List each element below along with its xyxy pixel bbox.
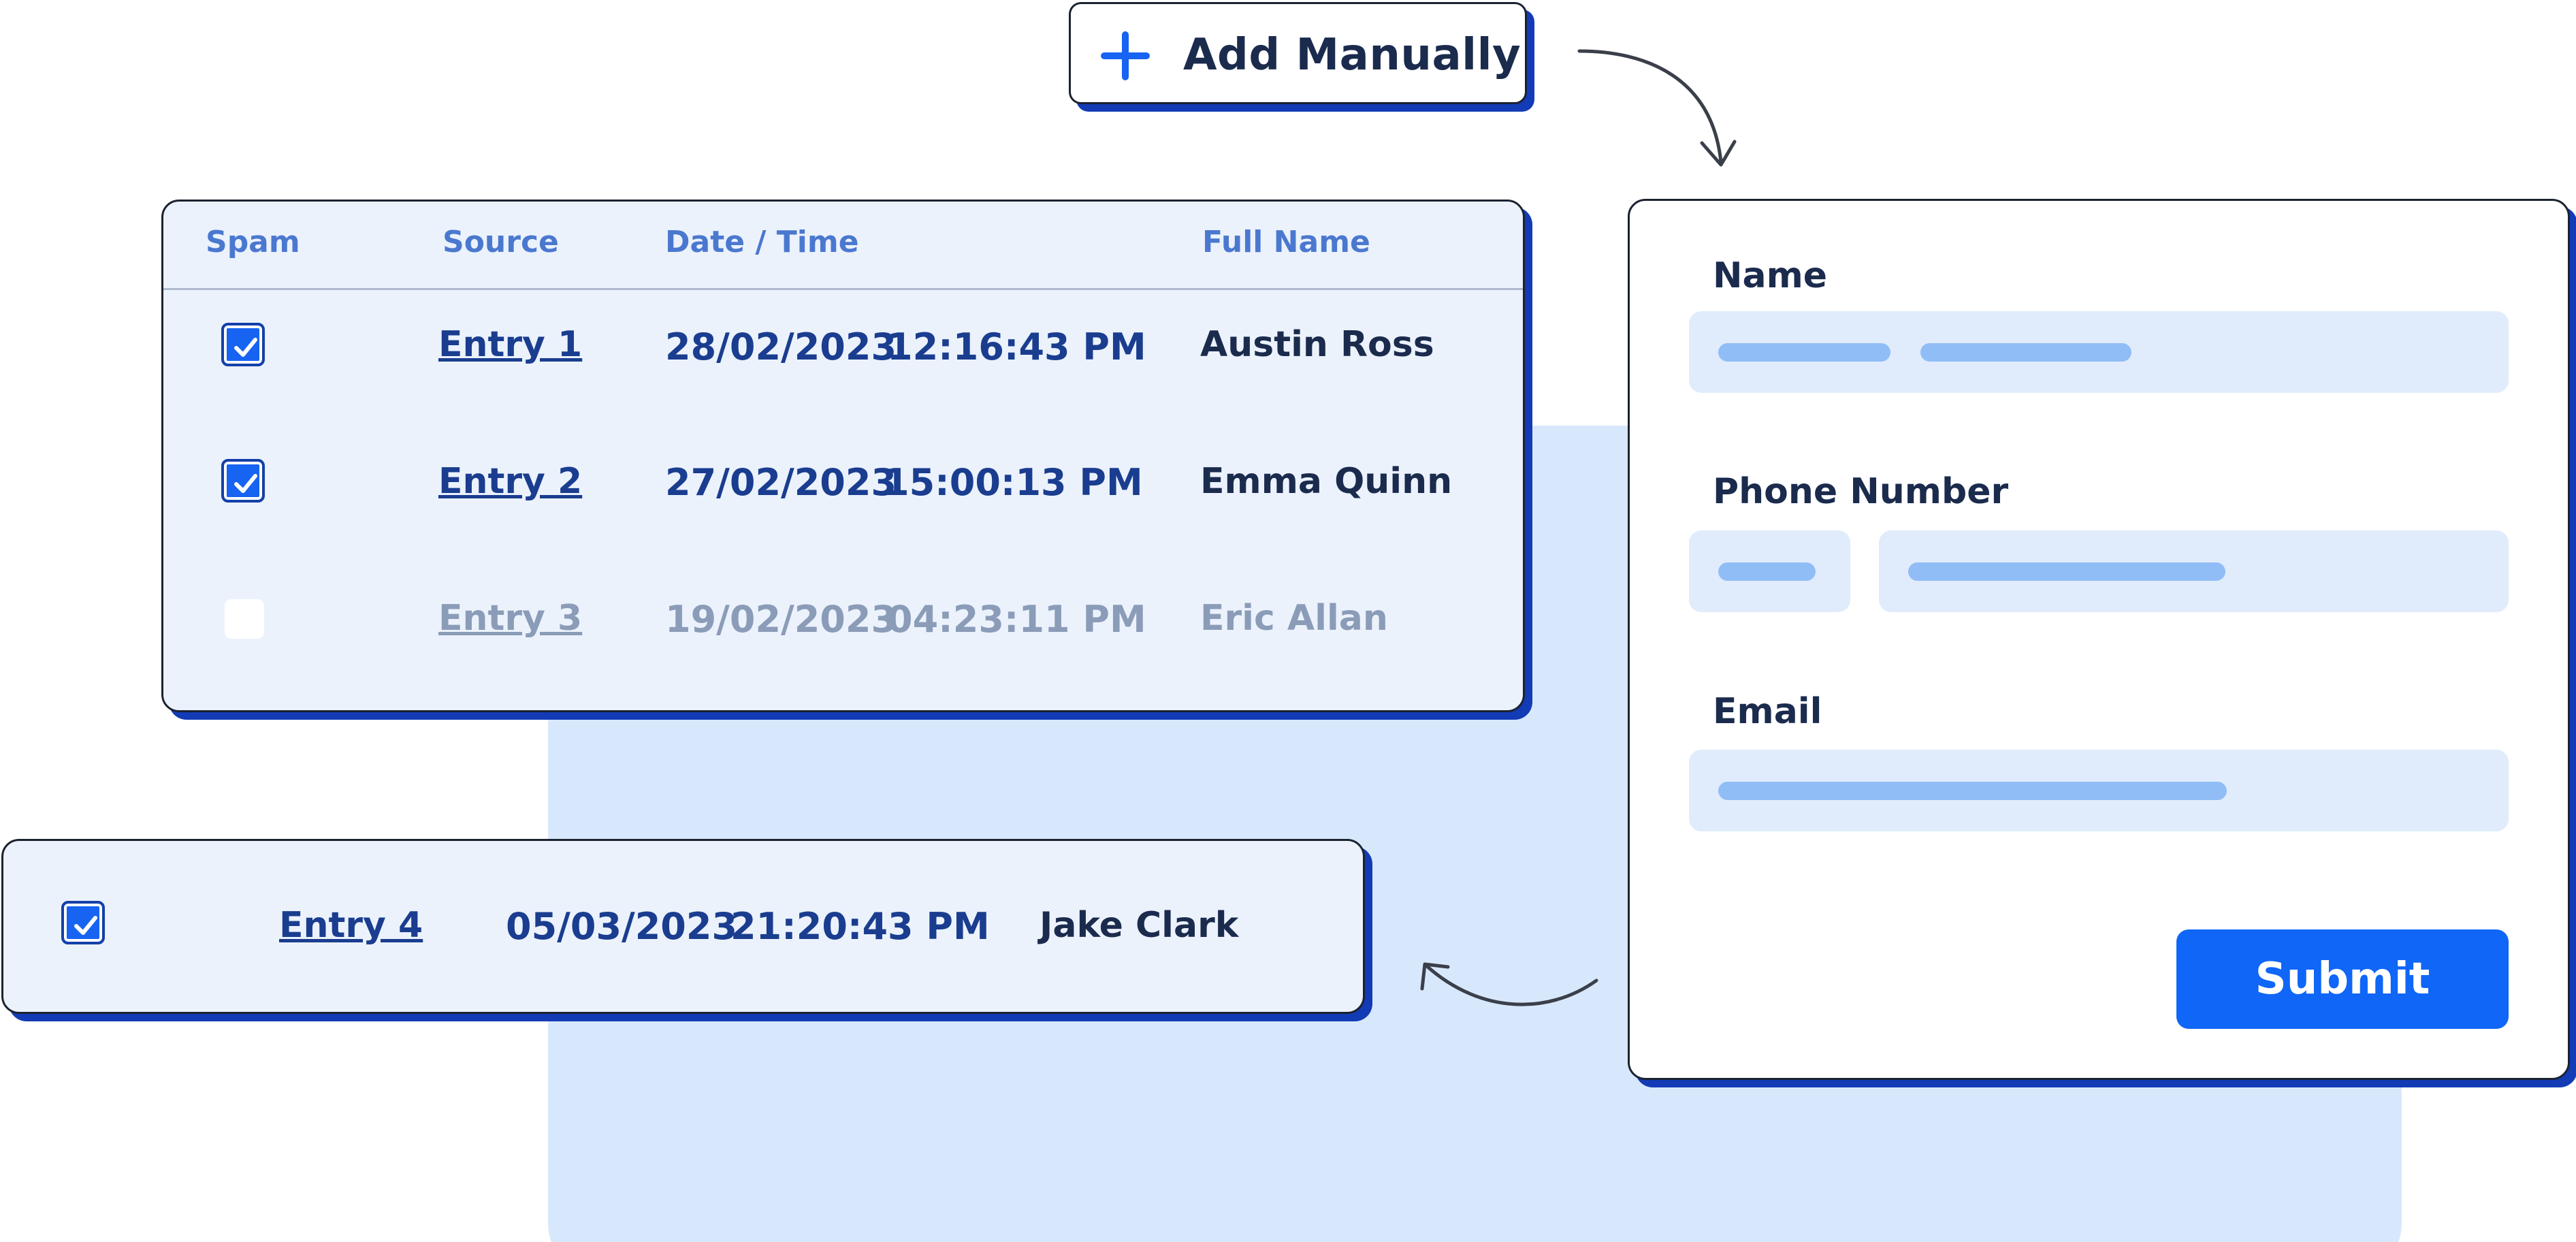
table-row[interactable]: Entry 3 19/02/2023 04:23:11 PM Eric Alla… bbox=[163, 591, 1523, 686]
spam-checkbox[interactable] bbox=[225, 599, 264, 639]
placeholder-bar bbox=[1718, 343, 1890, 362]
source-link[interactable]: Entry 2 bbox=[438, 461, 582, 502]
illustration-canvas: Add Manually Spam Source Date / Time Ful… bbox=[0, 0, 2576, 1242]
entry-time: 04:23:11 PM bbox=[887, 598, 1146, 641]
source-link[interactable]: Entry 3 bbox=[438, 598, 582, 639]
header-fullname[interactable]: Full Name bbox=[1202, 225, 1370, 259]
entry-time: 12:16:43 PM bbox=[887, 325, 1146, 368]
phone-country-code-field[interactable] bbox=[1689, 530, 1850, 612]
entry-full-name: Austin Ross bbox=[1200, 324, 1434, 365]
header-datetime[interactable]: Date / Time bbox=[665, 225, 859, 259]
spam-checkbox[interactable] bbox=[221, 459, 265, 503]
entry-time: 21:20:43 PM bbox=[730, 905, 990, 948]
email-label: Email bbox=[1713, 691, 1822, 732]
name-label: Name bbox=[1713, 255, 1828, 296]
table-row[interactable]: Entry 2 27/02/2023 15:00:13 PM Emma Quin… bbox=[163, 454, 1523, 550]
spam-checkbox[interactable] bbox=[61, 901, 105, 944]
plus-icon bbox=[1101, 31, 1150, 80]
header-source[interactable]: Source bbox=[442, 225, 559, 259]
placeholder-bar bbox=[1920, 343, 2131, 362]
add-manually-label: Add Manually bbox=[1183, 30, 1522, 80]
phone-number-field[interactable] bbox=[1879, 530, 2509, 612]
add-manually-button[interactable]: Add Manually bbox=[1069, 2, 1527, 104]
spam-checkbox[interactable] bbox=[221, 323, 265, 366]
checkmark-icon bbox=[234, 474, 257, 493]
phone-number-label: Phone Number bbox=[1713, 471, 2009, 512]
source-link[interactable]: Entry 1 bbox=[438, 324, 582, 365]
entry-full-name: Jake Clark bbox=[1040, 905, 1239, 946]
entry-date: 28/02/2023 bbox=[665, 325, 897, 368]
entry-time: 15:00:13 PM bbox=[884, 461, 1143, 504]
header-spam[interactable]: Spam bbox=[206, 225, 300, 259]
header-divider bbox=[163, 288, 1523, 290]
manual-entry-form: Name Phone Number Email Submit bbox=[1628, 199, 2570, 1080]
entry-date: 05/03/2023 bbox=[506, 905, 738, 948]
added-entry-row[interactable]: Entry 4 05/03/2023 21:20:43 PM Jake Clar… bbox=[1, 839, 1365, 1014]
arrow-down-icon bbox=[1577, 49, 1737, 167]
entry-full-name: Emma Quinn bbox=[1200, 461, 1453, 502]
entry-date: 27/02/2023 bbox=[665, 461, 897, 504]
checkmark-icon bbox=[74, 916, 97, 935]
placeholder-bar bbox=[1718, 562, 1816, 581]
placeholder-bar bbox=[1718, 782, 2227, 800]
entry-full-name: Eric Allan bbox=[1200, 598, 1388, 639]
entry-date: 19/02/2023 bbox=[665, 598, 897, 641]
table-row[interactable]: Entry 1 28/02/2023 12:16:43 PM Austin Ro… bbox=[163, 317, 1523, 413]
email-field[interactable] bbox=[1689, 750, 2509, 831]
name-field[interactable] bbox=[1689, 311, 2509, 393]
source-link[interactable]: Entry 4 bbox=[279, 905, 423, 946]
submit-button[interactable]: Submit bbox=[2176, 929, 2509, 1029]
entries-table: Spam Source Date / Time Full Name Entry … bbox=[161, 200, 1525, 712]
arrow-left-icon bbox=[1420, 962, 1598, 1006]
checkmark-icon bbox=[234, 338, 257, 357]
placeholder-bar bbox=[1908, 562, 2225, 581]
